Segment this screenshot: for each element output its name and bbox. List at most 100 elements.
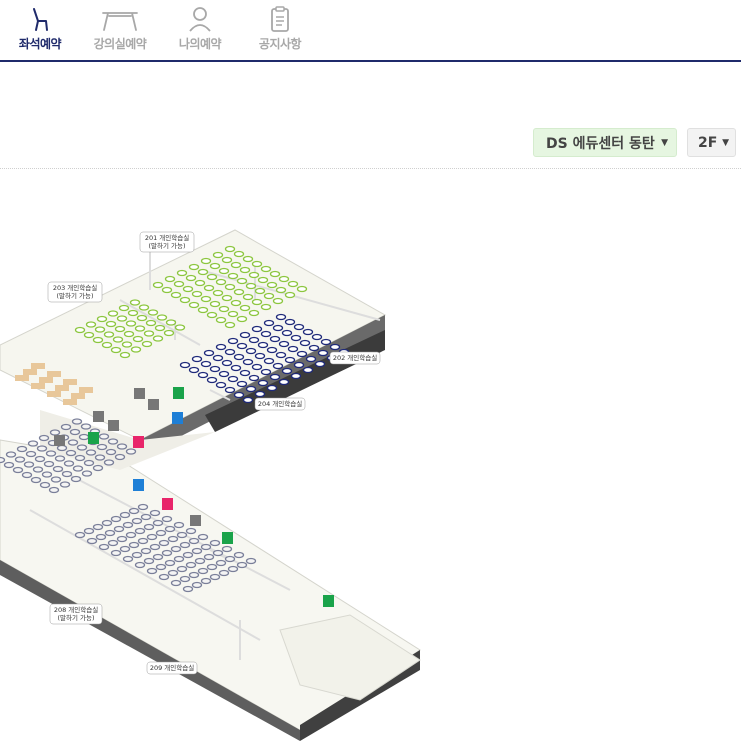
seat[interactable] <box>83 331 95 339</box>
seat[interactable] <box>272 324 284 332</box>
seat[interactable] <box>36 445 48 452</box>
room-label-208[interactable]: 208 개인학습실 (말하기 가능) <box>49 603 103 625</box>
seat[interactable] <box>173 280 185 288</box>
seat[interactable] <box>158 573 170 581</box>
seat[interactable] <box>284 356 296 364</box>
seat[interactable] <box>128 541 140 549</box>
seat[interactable] <box>114 453 126 461</box>
seat[interactable] <box>170 579 182 587</box>
seat[interactable] <box>248 309 260 317</box>
seat[interactable] <box>233 551 245 559</box>
seat[interactable] <box>197 371 209 379</box>
seat[interactable] <box>145 319 157 327</box>
seat[interactable] <box>242 255 254 263</box>
seat[interactable] <box>154 324 166 332</box>
seat[interactable] <box>329 343 341 351</box>
seat[interactable] <box>251 260 263 268</box>
seat[interactable] <box>107 438 119 445</box>
seat[interactable] <box>94 454 106 461</box>
seat[interactable] <box>83 527 95 535</box>
nav-seat-reservation[interactable]: 좌석예약 <box>0 0 80 60</box>
seat[interactable] <box>21 471 33 479</box>
seat[interactable] <box>221 359 233 367</box>
seat[interactable] <box>116 535 128 543</box>
seat[interactable] <box>191 290 203 298</box>
seat[interactable] <box>146 567 158 575</box>
seat[interactable] <box>98 433 110 440</box>
seat[interactable] <box>218 267 230 275</box>
seat[interactable] <box>176 531 188 539</box>
seat[interactable] <box>164 559 176 567</box>
seat[interactable] <box>96 315 108 323</box>
seat[interactable] <box>185 561 197 569</box>
seat[interactable] <box>165 319 177 326</box>
seat[interactable] <box>311 333 323 341</box>
seat[interactable] <box>200 543 212 551</box>
seat[interactable] <box>119 351 131 359</box>
seat[interactable] <box>23 461 35 468</box>
seat[interactable] <box>152 335 164 342</box>
room-label-209[interactable]: 209 개인학습실 <box>146 661 198 675</box>
seat[interactable] <box>287 345 299 353</box>
seat[interactable] <box>69 428 81 436</box>
seat[interactable] <box>5 451 17 458</box>
seat[interactable] <box>272 297 284 305</box>
seat[interactable] <box>188 537 200 545</box>
seat[interactable] <box>80 423 92 430</box>
seat[interactable] <box>296 350 308 358</box>
seat[interactable] <box>86 537 98 545</box>
seat[interactable] <box>182 585 194 593</box>
seat[interactable] <box>30 476 42 484</box>
seat[interactable] <box>224 283 236 291</box>
seat[interactable] <box>188 301 200 309</box>
seat[interactable] <box>200 295 212 303</box>
seat[interactable] <box>218 370 230 378</box>
seat[interactable] <box>266 281 278 289</box>
seat[interactable] <box>209 262 221 270</box>
seat[interactable] <box>227 337 239 345</box>
seat[interactable] <box>32 466 44 473</box>
seat[interactable] <box>269 335 281 343</box>
seat[interactable] <box>206 563 218 571</box>
seat[interactable] <box>245 385 257 393</box>
seat[interactable] <box>85 321 97 328</box>
seat[interactable] <box>179 296 191 304</box>
seat[interactable] <box>39 481 51 489</box>
seat[interactable] <box>127 309 139 317</box>
seat[interactable] <box>110 549 122 557</box>
seat[interactable] <box>137 537 149 545</box>
seat[interactable] <box>76 444 88 451</box>
seat[interactable] <box>170 545 182 553</box>
seat[interactable] <box>65 449 77 457</box>
seat[interactable] <box>233 391 245 399</box>
seat[interactable] <box>206 311 218 319</box>
seat[interactable] <box>251 325 263 333</box>
seat[interactable] <box>230 364 242 372</box>
seat[interactable] <box>176 269 188 277</box>
seat[interactable] <box>230 261 242 269</box>
seat[interactable] <box>118 304 130 312</box>
seat[interactable] <box>49 429 61 436</box>
seat[interactable] <box>194 557 206 565</box>
seat[interactable] <box>105 320 117 328</box>
seat[interactable] <box>191 355 203 363</box>
seat[interactable] <box>197 268 209 276</box>
seat[interactable] <box>236 380 248 388</box>
seat[interactable] <box>116 443 128 450</box>
seat[interactable] <box>239 369 251 377</box>
seat[interactable] <box>152 553 164 561</box>
seat[interactable] <box>143 557 155 565</box>
building-select[interactable]: DS 에듀센터 동탄 ▼ <box>533 128 677 157</box>
seat[interactable] <box>281 329 293 337</box>
seat[interactable] <box>233 288 245 296</box>
seat[interactable] <box>0 456 6 464</box>
seat[interactable] <box>293 323 305 331</box>
seat[interactable] <box>45 450 57 457</box>
seat[interactable] <box>95 533 107 541</box>
seat[interactable] <box>233 250 245 258</box>
seat[interactable] <box>163 329 175 337</box>
seat[interactable] <box>34 455 46 463</box>
seat[interactable] <box>56 444 68 452</box>
seat[interactable] <box>67 439 79 446</box>
seat[interactable] <box>92 336 104 344</box>
